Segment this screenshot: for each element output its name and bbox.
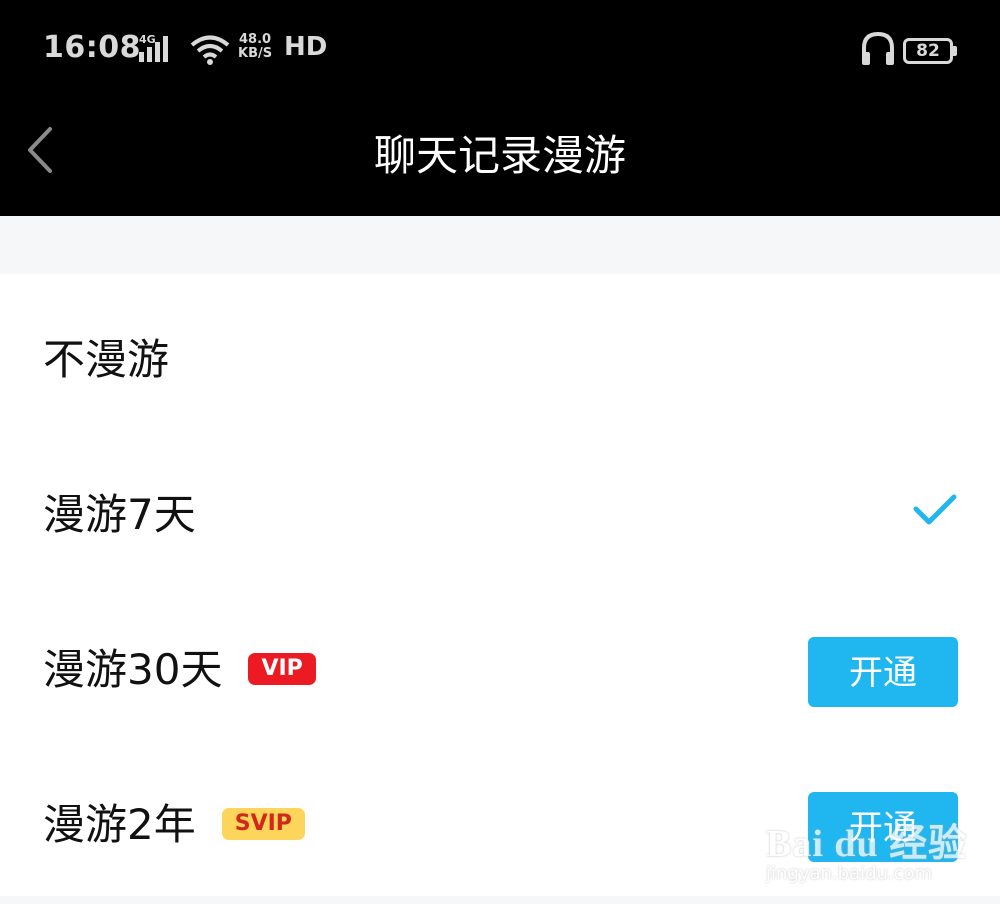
status-bar: 16:08 4G 48.0 KB/S HD 82 bbox=[0, 0, 1000, 100]
option-label: 漫游7天 bbox=[43, 490, 196, 539]
checkmark-icon bbox=[913, 494, 957, 525]
network-type-label: 4G bbox=[139, 33, 156, 46]
option-roaming-7-days[interactable]: 漫游7天 bbox=[0, 429, 1000, 584]
roaming-options-list: 不漫游 漫游7天 漫游30天 VIP 开通 漫游2年 SVIP 开通 bbox=[0, 274, 1000, 896]
navigation-bar: 聊天记录漫游 bbox=[0, 100, 1000, 216]
battery-tip bbox=[953, 46, 957, 56]
section-spacer bbox=[0, 216, 1000, 274]
option-label-wrap: 漫游2年 SVIP bbox=[43, 791, 305, 852]
headset-icon bbox=[862, 31, 894, 65]
watermark-main: Bai du 经验 bbox=[766, 823, 968, 865]
option-label: 漫游2年 bbox=[43, 800, 196, 849]
option-label: 漫游30天 bbox=[43, 645, 223, 694]
status-time: 16:08 bbox=[43, 30, 141, 65]
battery-indicator: 82 bbox=[903, 38, 953, 64]
open-vip-button[interactable]: 开通 bbox=[808, 637, 958, 707]
page-title: 聊天记录漫游 bbox=[373, 131, 626, 180]
option-label-wrap: 漫游30天 VIP bbox=[43, 636, 316, 697]
option-roaming-30-days[interactable]: 漫游30天 VIP 开通 bbox=[0, 584, 1000, 739]
speed-unit: KB/S bbox=[238, 46, 273, 61]
cellular-signal-icon: 4G bbox=[139, 33, 168, 62]
hd-indicator: HD bbox=[284, 32, 328, 62]
baidu-watermark: Bai du 经验 jingyan.baidu.com bbox=[766, 812, 967, 884]
wifi-icon bbox=[190, 35, 230, 65]
option-label: 不漫游 bbox=[43, 335, 170, 384]
svip-badge: SVIP bbox=[221, 807, 305, 840]
option-no-roaming[interactable]: 不漫游 bbox=[0, 274, 1000, 429]
speed-value: 48.0 bbox=[239, 32, 272, 47]
network-speed: 48.0 KB/S bbox=[238, 33, 272, 61]
vip-badge: VIP bbox=[248, 652, 316, 685]
